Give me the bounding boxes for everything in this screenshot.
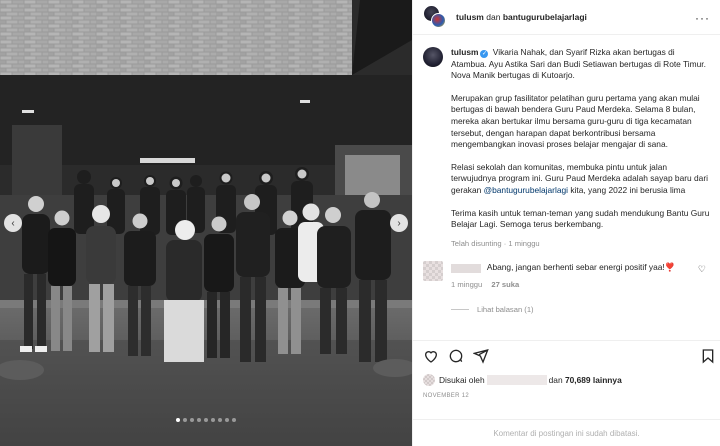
carousel-dot (176, 418, 180, 422)
post-photo[interactable]: ‹ › (0, 0, 412, 446)
bookmark-icon[interactable] (700, 348, 716, 364)
caption-paragraph-1: Vikaria Nahak, dan Syarif Rizka akan ber… (451, 47, 706, 81)
post-actions (413, 340, 720, 370)
author-connector: dan (486, 12, 501, 22)
carousel-dot (190, 418, 194, 422)
caption-paragraph-2: Merupakan grup fasilitator pelatihan gur… (451, 92, 700, 150)
mention-link[interactable]: @bantugurubelajarlagi (484, 185, 568, 195)
caption: tulusm ✓ Vikaria Nahak, dan Syarif Rizka … (423, 47, 710, 249)
carousel-dot (204, 418, 208, 422)
carousel-dot (183, 418, 187, 422)
carousel-next-button[interactable]: › (390, 214, 408, 232)
likes-summary: Disukai oleh dan 70,689 lainnya (423, 374, 622, 386)
carousel-dot (218, 418, 222, 422)
carousel-dot (197, 418, 201, 422)
heart-outline-icon[interactable]: ♡ (698, 264, 706, 275)
carousel-dot (232, 418, 236, 422)
comment-body: Abang, jangan berhenti sebar energi posi… (451, 261, 710, 291)
likes-connector: dan (548, 375, 563, 385)
post-side-panel: tulusm dan bantugurubelajarlagi ··· tulu… (412, 0, 720, 446)
likes-prefix: Disukai oleh (439, 375, 485, 385)
avatar[interactable] (423, 261, 443, 282)
caption-username-link[interactable]: tulusm (451, 47, 478, 57)
post-header: tulusm dan bantugurubelajarlagi ··· (413, 0, 720, 35)
comment-text: Abang, jangan berhenti sebar energi posi… (486, 262, 676, 273)
carousel-indicator (0, 418, 412, 422)
caption-text: tulusm ✓ Vikaria Nahak, dan Syarif Rizka … (451, 47, 710, 249)
post-authors: tulusm dan bantugurubelajarlagi (456, 12, 587, 22)
comment-meta: 1 minggu 27 suka (451, 279, 710, 291)
view-replies-label: Lihat balasan (1) (477, 305, 534, 315)
comment-item: Abang, jangan berhenti sebar energi posi… (423, 261, 710, 291)
more-horizontal-icon[interactable]: ··· (695, 11, 710, 25)
collab-avatars[interactable] (423, 5, 449, 29)
caption-p3-tail: kita, yang 2022 ini berusia lima (568, 184, 686, 195)
group-photo-image (0, 0, 412, 446)
comments-restricted-notice: Komentar di postingan ini sudah dibatasi… (413, 419, 720, 446)
post-date[interactable]: NOVEMBER 12 (423, 393, 469, 399)
chevron-right-icon: › (397, 217, 401, 229)
likes-count-link[interactable]: 70,689 lainnya (565, 375, 622, 385)
collaborator-username-link[interactable]: bantugurubelajarlagi (503, 12, 587, 22)
heart-icon[interactable] (423, 348, 439, 364)
comment-username-link[interactable] (451, 263, 481, 273)
avatar[interactable] (431, 13, 446, 28)
caption-paragraph-4: Terima kasih untuk teman-teman yang suda… (451, 207, 710, 230)
author-username-link[interactable]: tulusm (456, 12, 484, 22)
comments-scroll-area[interactable]: tulusm ✓ Vikaria Nahak, dan Syarif Rizka … (413, 36, 720, 339)
carousel-dot (211, 418, 215, 422)
carousel-dot (225, 418, 229, 422)
caption-meta: Telah disunting · 1 minggu (451, 238, 540, 248)
carousel-prev-button[interactable]: ‹ (4, 214, 22, 232)
avatar[interactable] (423, 374, 435, 386)
chevron-left-icon: ‹ (11, 217, 15, 229)
comment-time: 1 minggu (451, 280, 483, 290)
verified-badge-icon: ✓ (480, 50, 489, 58)
comment-likes-link[interactable]: 27 suka (491, 280, 519, 289)
send-icon[interactable] (472, 348, 489, 364)
view-replies-button[interactable]: Lihat balasan (1) (451, 305, 710, 314)
replies-divider (451, 309, 469, 311)
comment-icon[interactable] (448, 348, 464, 364)
liker-username-link[interactable] (486, 375, 547, 385)
caption-paragraph: tulusm ✓ Vikaria Nahak, dan Syarif Rizka … (451, 47, 710, 82)
avatar[interactable] (423, 47, 443, 67)
caption-paragraph-3: Relasi sekolah dan komunitas, membuka pi… (451, 162, 710, 197)
instagram-post-view: ‹ › tulusm dan bantugurubelajarlagi ··· (0, 0, 720, 446)
